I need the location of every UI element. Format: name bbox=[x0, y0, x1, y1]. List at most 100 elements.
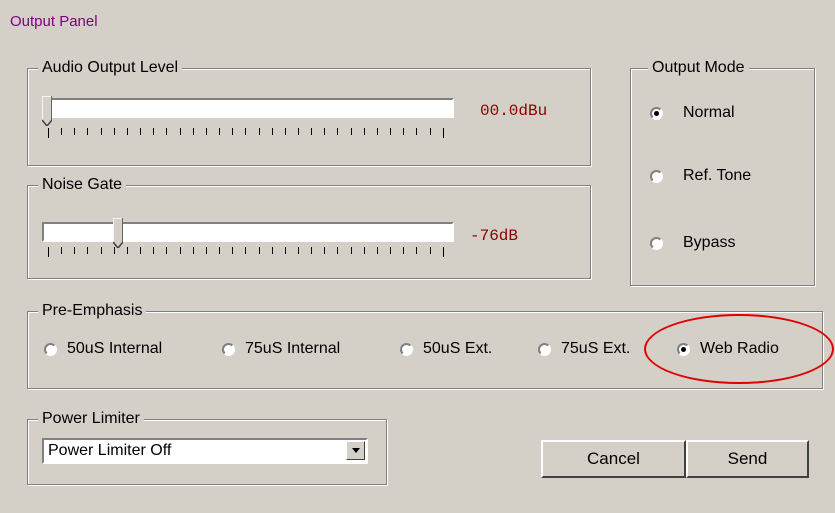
slider-tick bbox=[87, 247, 89, 254]
radio-button-icon bbox=[650, 169, 663, 183]
radio-button-icon bbox=[650, 236, 663, 250]
output-mode-normal-label: Normal bbox=[683, 104, 735, 121]
power-limiter-selected-value: Power Limiter Off bbox=[48, 442, 172, 459]
pre-emphasis-label: Pre-Emphasis bbox=[38, 302, 147, 320]
slider-tick bbox=[324, 247, 326, 254]
slider-tick bbox=[403, 247, 405, 254]
slider-tick bbox=[363, 128, 365, 135]
slider-tick bbox=[271, 247, 273, 254]
slider-tick bbox=[376, 247, 378, 254]
radio-button-icon bbox=[400, 342, 413, 356]
slider-tick bbox=[284, 247, 286, 254]
slider-tick bbox=[442, 128, 444, 138]
radio-button-icon bbox=[222, 342, 235, 356]
pre-emphasis-50us-ext-label: 50uS Ext. bbox=[423, 340, 493, 357]
slider-tick bbox=[363, 247, 365, 254]
power-limiter-select[interactable]: Power Limiter Off bbox=[42, 438, 368, 464]
output-mode-ref-tone-label: Ref. Tone bbox=[683, 167, 752, 184]
slider-tick bbox=[48, 247, 49, 257]
radio-selected-dot bbox=[654, 110, 659, 116]
pre-emphasis-75us-ext-radio[interactable]: 75uS Ext. bbox=[538, 340, 630, 358]
slider-tick bbox=[324, 128, 326, 135]
slider-tick bbox=[205, 128, 207, 135]
slider-tick bbox=[140, 128, 142, 135]
pre-emphasis-50us-ext-radio[interactable]: 50uS Ext. bbox=[400, 340, 492, 358]
output-panel: Output Panel Audio Output Level 00.0dBu … bbox=[0, 0, 835, 513]
slider-tick bbox=[390, 247, 392, 254]
slider-tick bbox=[74, 128, 76, 135]
slider-tick bbox=[258, 128, 260, 135]
power-limiter-label: Power Limiter bbox=[38, 410, 144, 428]
pre-emphasis-75us-internal-radio[interactable]: 75uS Internal bbox=[222, 340, 340, 358]
slider-tick bbox=[376, 128, 378, 135]
slider-tick bbox=[140, 247, 142, 254]
slider-tick bbox=[232, 247, 234, 254]
slider-tick bbox=[166, 128, 168, 135]
slider-tick bbox=[192, 128, 194, 135]
slider-tick bbox=[442, 247, 444, 257]
send-button[interactable]: Send bbox=[686, 440, 809, 478]
audio-output-readout: 00.0dBu bbox=[480, 102, 548, 120]
slider-tick bbox=[61, 128, 63, 135]
slider-tick bbox=[166, 247, 168, 254]
slider-tick bbox=[337, 128, 339, 135]
slider-tick bbox=[271, 128, 273, 135]
output-mode-ref-tone-radio[interactable]: Ref. Tone bbox=[650, 167, 751, 185]
slider-tick bbox=[390, 128, 392, 135]
chevron-down-icon bbox=[351, 448, 360, 453]
pre-emphasis-50us-internal-label: 50uS Internal bbox=[67, 340, 163, 357]
slider-tick bbox=[350, 128, 352, 135]
slider-tick bbox=[245, 128, 247, 135]
radio-button-icon bbox=[538, 342, 551, 356]
audio-output-track[interactable] bbox=[42, 98, 454, 118]
radio-button-icon bbox=[677, 342, 690, 356]
output-mode-bypass-label: Bypass bbox=[683, 234, 736, 251]
slider-tick bbox=[179, 247, 181, 254]
slider-tick bbox=[403, 128, 405, 135]
slider-tick bbox=[87, 128, 89, 135]
pre-emphasis-web-radio-radio[interactable]: Web Radio bbox=[677, 340, 779, 358]
slider-tick bbox=[297, 128, 299, 135]
slider-tick bbox=[311, 247, 313, 254]
noise-gate-label: Noise Gate bbox=[38, 176, 127, 194]
slider-tick bbox=[219, 247, 221, 254]
audio-output-ticks bbox=[48, 128, 444, 138]
slider-tick bbox=[205, 247, 207, 254]
slider-tick bbox=[100, 128, 102, 135]
noise-gate-ticks bbox=[48, 247, 444, 257]
radio-selected-dot bbox=[681, 346, 686, 352]
slider-tick bbox=[74, 247, 76, 254]
pre-emphasis-50us-internal-radio[interactable]: 50uS Internal bbox=[44, 340, 162, 358]
slider-tick bbox=[258, 247, 260, 254]
noise-gate-readout: -76dB bbox=[470, 227, 519, 245]
slider-tick bbox=[153, 247, 155, 254]
slider-tick bbox=[232, 128, 234, 135]
slider-tick bbox=[429, 247, 431, 254]
slider-tick bbox=[311, 128, 313, 135]
slider-tick bbox=[100, 247, 102, 254]
pre-emphasis-web-radio-label: Web Radio bbox=[700, 340, 779, 357]
slider-tick bbox=[126, 247, 128, 254]
slider-tick bbox=[416, 247, 418, 254]
output-mode-label: Output Mode bbox=[648, 59, 749, 77]
slider-tick bbox=[297, 247, 299, 254]
audio-output-slider-thumb[interactable] bbox=[42, 96, 52, 126]
slider-tick bbox=[153, 128, 155, 135]
slider-tick bbox=[48, 128, 49, 138]
pre-emphasis-75us-ext-label: 75uS Ext. bbox=[561, 340, 631, 357]
slider-tick bbox=[416, 128, 418, 135]
dropdown-arrow-button[interactable] bbox=[346, 441, 365, 460]
output-mode-bypass-radio[interactable]: Bypass bbox=[650, 234, 735, 252]
noise-gate-slider-thumb[interactable] bbox=[113, 218, 123, 248]
output-mode-normal-radio[interactable]: Normal bbox=[650, 104, 735, 122]
cancel-button[interactable]: Cancel bbox=[541, 440, 686, 478]
slider-tick bbox=[219, 128, 221, 135]
noise-gate-track[interactable] bbox=[42, 222, 454, 242]
slider-tick bbox=[429, 128, 431, 135]
radio-button-icon bbox=[650, 106, 663, 120]
slider-tick bbox=[61, 247, 63, 254]
slider-tick bbox=[337, 247, 339, 254]
slider-tick bbox=[126, 128, 128, 135]
slider-tick bbox=[284, 128, 286, 135]
radio-button-icon bbox=[44, 342, 57, 356]
